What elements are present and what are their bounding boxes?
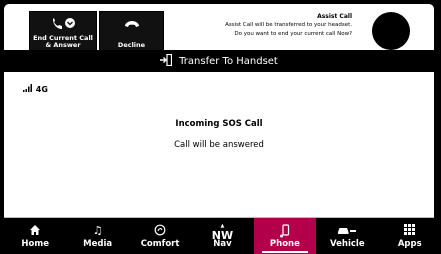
music-note-icon: ♫ (92, 224, 103, 237)
bottom-nav: Home ♫ Media Comfort ▲ NW Nav Phone Vehi… (4, 218, 441, 254)
nav-comfort-label: Comfort (140, 239, 180, 249)
nav-comfort[interactable]: Comfort (129, 218, 191, 254)
transfer-icon (160, 53, 173, 69)
transfer-to-handset-button[interactable]: Transfer To Handset (4, 50, 434, 72)
end-and-answer-label: End Current Call & Answer (33, 33, 93, 49)
network-type: 4G (35, 85, 48, 94)
transfer-label: Transfer To Handset (179, 55, 278, 67)
nav-nav[interactable]: ▲ NW Nav (191, 218, 253, 254)
nav-vehicle[interactable]: Vehicle (316, 218, 378, 254)
call-status-area: 4G Incoming SOS Call Call will be answer… (4, 72, 434, 218)
end-and-answer-button[interactable]: End Current Call & Answer (29, 11, 97, 53)
nav-home-label: Home (21, 239, 49, 249)
phone-accept-icon (30, 17, 96, 34)
compass-icon: ▲ NW (211, 223, 234, 243)
car-icon (316, 224, 378, 238)
signal-bars-icon (23, 84, 32, 92)
nav-apps-label: Apps (397, 239, 422, 249)
climate-icon (129, 224, 191, 238)
nav-media-label: Media (83, 239, 113, 249)
notice-line-2: Do you want to end your current call Now… (234, 30, 352, 37)
phone-icon (254, 224, 316, 238)
nav-phone-label: Phone (269, 239, 300, 249)
home-icon (4, 224, 66, 238)
call-subtitle: Call will be answered (174, 140, 264, 150)
call-title: Incoming SOS Call (175, 119, 263, 129)
assist-call-notice: Assist Call Assist Call will be transfer… (152, 12, 352, 38)
call-banner: End Current Call & Answer Decline Assist… (4, 4, 434, 53)
sos-call-screen: End Current Call & Answer Decline Assist… (0, 0, 441, 254)
nav-apps[interactable]: Apps (379, 218, 441, 254)
notice-title: Assist Call (317, 13, 352, 20)
caller-avatar (372, 12, 410, 50)
nav-media[interactable]: ♫ Media (66, 218, 128, 254)
nav-home[interactable]: Home (4, 218, 66, 254)
signal-status: 4G (23, 84, 48, 94)
nav-vehicle-label: Vehicle (330, 239, 365, 249)
notice-line-1: Assist Call will be transferred to your … (225, 22, 352, 29)
nav-nav-label: Nav (213, 239, 232, 249)
decline-label: Decline (117, 40, 146, 49)
nav-phone[interactable]: Phone (253, 218, 317, 254)
apps-grid-icon (379, 224, 441, 238)
